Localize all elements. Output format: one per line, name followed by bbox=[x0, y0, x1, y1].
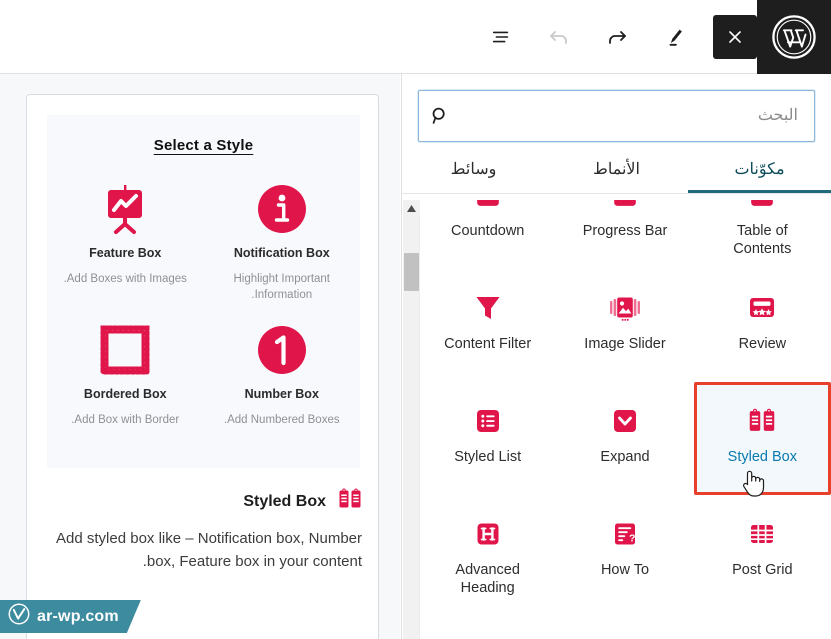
block-item-label: Post Grid bbox=[732, 562, 793, 578]
styled-list-icon bbox=[474, 398, 502, 444]
countdown-icon bbox=[475, 200, 501, 218]
block-item-label: Styled Box bbox=[727, 449, 797, 465]
ar-wp-logo-icon bbox=[8, 603, 30, 630]
style-option-feature-box[interactable]: Feature Box Add Boxes with Images. bbox=[47, 172, 204, 313]
styled-box-block-preview[interactable]: Select a Style Feature Box Add Boxes wit… bbox=[26, 94, 379, 639]
block-item-label: Progress Bar bbox=[582, 223, 668, 239]
block-item-post-grid[interactable]: Post Grid bbox=[694, 495, 831, 608]
search-container bbox=[402, 74, 831, 142]
scrollbar-thumb[interactable] bbox=[404, 253, 419, 291]
block-grid: Table of Contents Progress Bar Countdown bbox=[419, 200, 831, 608]
undo-icon[interactable] bbox=[539, 17, 579, 57]
search-box[interactable] bbox=[418, 90, 815, 142]
style-options-grid: Feature Box Add Boxes with Images. Notif… bbox=[47, 172, 360, 439]
block-item-label: Expand bbox=[600, 449, 650, 465]
style-option-desc: Add Box with Border. bbox=[71, 414, 180, 427]
image-slider-icon bbox=[609, 285, 641, 331]
editor-top-bar bbox=[0, 0, 831, 74]
expand-icon bbox=[611, 398, 639, 444]
style-option-number-box[interactable]: Number Box Add Numbered Boxes. bbox=[204, 313, 361, 439]
close-button[interactable] bbox=[713, 15, 757, 59]
block-item-label: Review bbox=[738, 336, 787, 352]
bordered-box-icon bbox=[55, 319, 196, 381]
style-option-desc: Add Boxes with Images. bbox=[63, 273, 187, 285]
block-item-content-filter[interactable]: Content Filter bbox=[419, 269, 556, 382]
how-to-icon: ? bbox=[611, 511, 639, 557]
editor-canvas: Select a Style Feature Box Add Boxes wit… bbox=[0, 74, 400, 639]
style-option-bordered-box[interactable]: Bordered Box Add Box with Border. bbox=[47, 313, 204, 439]
block-item-table-of-contents[interactable]: Table of Contents bbox=[694, 200, 831, 269]
block-item-advanced-heading[interactable]: Advanced Heading bbox=[419, 495, 556, 608]
block-list-scrollbar[interactable] bbox=[403, 200, 420, 639]
styled-box-icon bbox=[338, 487, 362, 516]
block-item-countdown[interactable]: Countdown bbox=[419, 200, 556, 269]
tab-blocks[interactable]: مكوّنات bbox=[688, 148, 831, 193]
block-item-expand[interactable]: Expand bbox=[556, 382, 693, 495]
table-of-contents-icon bbox=[749, 200, 775, 218]
style-option-notification-box[interactable]: Notification Box Highlight Important Inf… bbox=[204, 172, 361, 313]
block-item-label: Styled List bbox=[454, 449, 522, 465]
notification-box-icon bbox=[212, 178, 353, 240]
inserter-tabs: مكوّنات الأنماط وسائط bbox=[402, 148, 831, 194]
tab-patterns[interactable]: الأنماط bbox=[545, 148, 688, 193]
style-option-label: Notification Box bbox=[233, 246, 330, 260]
block-item-label: Table of Contents bbox=[733, 223, 792, 258]
tab-label: وسائط bbox=[450, 161, 497, 178]
search-input[interactable] bbox=[465, 91, 814, 141]
block-inserter-panel: مكوّنات الأنماط وسائط Table of Contents … bbox=[401, 74, 831, 639]
search-icon bbox=[419, 105, 465, 127]
progress-bar-icon bbox=[612, 200, 638, 218]
tab-label: الأنماط bbox=[593, 161, 640, 178]
block-item-image-slider[interactable]: Image Slider bbox=[556, 269, 693, 382]
style-option-label: Bordered Box bbox=[83, 387, 167, 402]
toolbar-actions bbox=[481, 0, 757, 74]
number-box-icon bbox=[212, 319, 353, 381]
block-item-progress-bar[interactable]: Progress Bar bbox=[556, 200, 693, 269]
tab-media[interactable]: وسائط bbox=[402, 148, 545, 193]
block-description-header: Styled Box bbox=[47, 487, 362, 516]
scroll-up-arrow-icon[interactable] bbox=[403, 200, 420, 217]
block-description-text: Add styled box like – Notification box, … bbox=[56, 530, 362, 570]
block-title: Styled Box bbox=[243, 492, 326, 510]
tab-label: مكوّنات bbox=[734, 161, 785, 178]
block-item-label: Advanced Heading bbox=[455, 562, 520, 597]
advanced-heading-icon bbox=[474, 511, 502, 557]
block-item-label: How To bbox=[600, 562, 650, 578]
review-icon bbox=[747, 285, 777, 331]
block-item-styled-list[interactable]: Styled List bbox=[419, 382, 556, 495]
wordpress-logo-icon[interactable] bbox=[757, 0, 831, 74]
block-item-label: Countdown bbox=[451, 223, 525, 239]
block-item-label: Image Slider bbox=[584, 336, 666, 352]
block-description-footer: Styled Box Add styled box like – Notific… bbox=[47, 487, 362, 573]
block-item-styled-box[interactable]: Styled Box bbox=[693, 382, 831, 495]
site-watermark: ar-wp.com bbox=[0, 600, 141, 633]
select-a-style-title: Select a Style bbox=[153, 137, 254, 154]
edit-pencil-icon[interactable] bbox=[655, 17, 695, 57]
style-option-desc: Highlight Important Information. bbox=[233, 273, 331, 301]
style-option-desc: Add Numbered Boxes. bbox=[223, 414, 340, 427]
styled-box-icon bbox=[748, 398, 776, 444]
content-filter-icon bbox=[474, 285, 502, 331]
watermark-text: ar-wp.com bbox=[37, 607, 119, 625]
block-item-label: Content Filter bbox=[444, 336, 532, 352]
list-view-icon[interactable] bbox=[481, 17, 521, 57]
block-item-review[interactable]: Review bbox=[694, 269, 831, 382]
select-a-style-panel: Select a Style Feature Box Add Boxes wit… bbox=[47, 115, 360, 468]
redo-icon[interactable] bbox=[597, 17, 637, 57]
post-grid-icon bbox=[748, 511, 776, 557]
style-option-label: Feature Box bbox=[89, 246, 162, 260]
svg-text:?: ? bbox=[629, 532, 635, 544]
feature-box-icon bbox=[55, 178, 196, 240]
block-item-how-to[interactable]: ? How To bbox=[556, 495, 693, 608]
style-option-label: Number Box bbox=[244, 387, 319, 402]
block-list-scroll-area: Table of Contents Progress Bar Countdown bbox=[402, 200, 831, 639]
